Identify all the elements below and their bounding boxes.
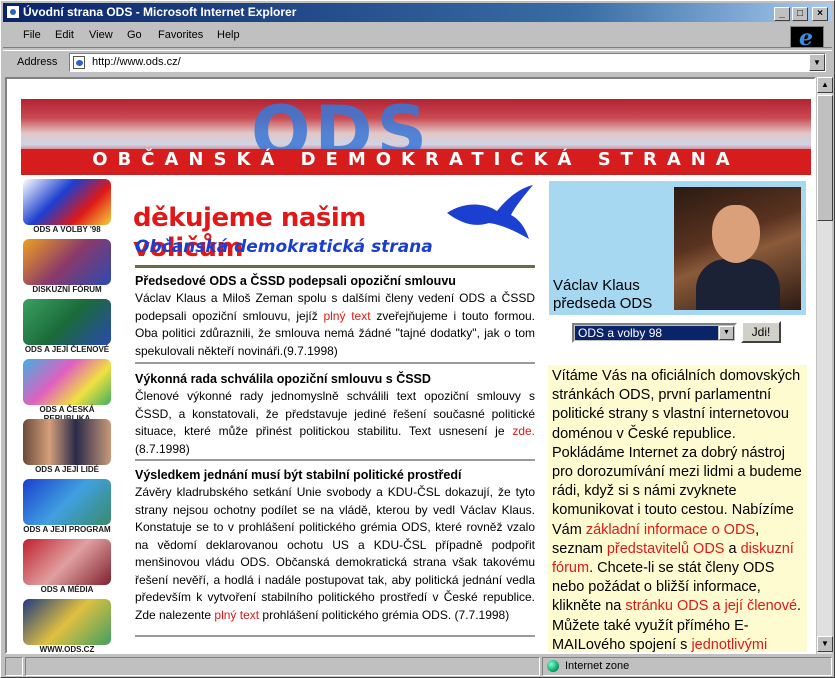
ie-logo-icon — [790, 25, 824, 51]
menu-edit[interactable]: Edit — [55, 29, 74, 41]
divider — [135, 635, 535, 637]
divider — [135, 362, 535, 364]
page-icon — [73, 56, 85, 69]
lide-image — [23, 419, 111, 465]
address-input[interactable]: http://www.ods.cz/ ▼ — [69, 53, 826, 72]
media-image — [23, 539, 111, 585]
president-name: Václav Klaus — [553, 277, 640, 294]
nav-item-republika[interactable]: ODS A ČESKÁ REPUBLIKA — [21, 359, 113, 423]
nav-label: ODS A VOLBY '98 — [33, 225, 101, 234]
globe-icon — [547, 660, 559, 672]
president-photo[interactable] — [674, 187, 801, 310]
thanks-headline: děkujeme našim voličům — [133, 203, 366, 263]
browser-window: Úvodní strana ODS - Microsoft Internet E… — [0, 0, 835, 678]
chevron-down-icon[interactable]: ▼ — [719, 326, 734, 340]
article-title[interactable]: Výkonná rada schválila opoziční smlouvu … — [135, 371, 535, 388]
status-zone-pane: Internet zone — [542, 657, 832, 676]
nav-label: ODS A JEJÍ LIDÉ — [35, 465, 99, 474]
minimize-button[interactable]: _ — [774, 7, 790, 21]
menu-file[interactable]: File — [23, 29, 41, 41]
go-button[interactable]: Jdi! — [741, 321, 781, 343]
volby-image — [23, 179, 111, 225]
ods-banner[interactable]: ODS OBČANSKÁ DEMOKRATICKÁ STRANA — [21, 91, 811, 175]
news-article: Výsledkem jednání musí být stabilní poli… — [135, 467, 535, 624]
photo-shirt — [696, 259, 780, 310]
status-text-pane — [25, 657, 540, 676]
nav-label: ODS A JEJÍ PROGRAM — [23, 525, 111, 534]
nav-item-program[interactable]: ODS A JEJÍ PROGRAM — [21, 479, 113, 539]
party-tagline: Občanská demokratická strana — [135, 237, 433, 257]
close-button[interactable]: × — [812, 7, 828, 21]
section-select-value: ODS a volby 98 — [575, 326, 718, 340]
page-viewport: ODS OBČANSKÁ DEMOKRATICKÁ STRANA ODS A V… — [5, 77, 816, 654]
article-title[interactable]: Výsledkem jednání musí být stabilní poli… — [135, 467, 535, 484]
nav-item-clenove[interactable]: ODS A JEJÍ ČLENOVÉ — [21, 299, 113, 359]
article-title[interactable]: Předsedové ODS a ČSSD podepsali opoziční… — [135, 273, 535, 290]
article-body: Václav Klaus a Miloš Zeman spolu s další… — [135, 291, 535, 358]
address-bar: Address http://www.ods.cz/ ▼ — [3, 50, 832, 74]
forum-image — [23, 239, 111, 285]
republika-image — [23, 359, 111, 405]
scroll-up-icon[interactable]: ▲ — [817, 77, 833, 93]
clenove-image — [23, 299, 111, 345]
address-label: Address — [17, 56, 58, 68]
menu-go[interactable]: Go — [127, 29, 142, 41]
nav-item-media[interactable]: ODS A MÉDIA — [21, 539, 113, 599]
link-representatives[interactable]: představitelů ODS — [607, 541, 725, 557]
menu-help[interactable]: Help — [217, 29, 240, 41]
address-url: http://www.ods.cz/ — [92, 56, 181, 68]
menu-favorites[interactable]: Favorites — [158, 29, 203, 41]
nav-label: ODS A MÉDIA — [40, 585, 94, 594]
divider — [135, 459, 535, 461]
article-body: Závěry kladrubského setkání Unie svobody… — [135, 485, 535, 622]
nav-item-www[interactable]: WWW.ODS.CZ — [21, 599, 113, 654]
nav-label: DISKUZNÍ FÓRUM — [32, 285, 102, 294]
menu-view[interactable]: View — [89, 29, 113, 41]
scroll-down-icon[interactable]: ▼ — [817, 636, 833, 652]
maximize-button[interactable]: □ — [792, 7, 808, 21]
program-image — [23, 479, 111, 525]
article-link[interactable]: plný text — [214, 608, 259, 622]
nav-item-lide[interactable]: ODS A JEJÍ LIDÉ — [21, 419, 113, 479]
menu-bar: File Edit View Go Favorites Help — [3, 25, 832, 48]
scroll-thumb[interactable] — [817, 95, 833, 221]
vertical-scrollbar[interactable]: ▲ ▼ — [816, 77, 833, 654]
news-article: Výkonná rada schválila opoziční smlouvu … — [135, 371, 535, 458]
link-basic-info[interactable]: základní informace o ODS — [586, 522, 755, 538]
nav-label: WWW.ODS.CZ — [39, 645, 95, 654]
president-caption: Václav Klaus předseda ODS — [553, 277, 652, 313]
article-body: Členové výkonné rady jednomyslně schváli… — [135, 389, 535, 456]
dove-logo-icon — [447, 185, 533, 239]
divider — [135, 265, 535, 268]
president-role: předseda ODS — [553, 295, 653, 312]
photo-face — [712, 205, 760, 263]
article-link[interactable]: zde. — [512, 424, 535, 438]
status-bar: Internet zone — [3, 656, 832, 677]
window-title: Úvodní strana ODS - Microsoft Internet E… — [23, 5, 297, 19]
www-image — [23, 599, 111, 645]
status-page-icon — [5, 657, 23, 676]
title-bar: Úvodní strana ODS - Microsoft Internet E… — [3, 3, 832, 22]
president-box: Václav Klaus předseda ODS — [549, 181, 806, 315]
ie-page-icon — [6, 5, 20, 19]
section-select[interactable]: ODS a volby 98 ▼ — [572, 323, 737, 343]
nav-label: ODS A JEJÍ ČLENOVÉ — [24, 345, 110, 354]
news-article: Předsedové ODS a ČSSD podepsali opoziční… — [135, 273, 535, 360]
nav-item-volby[interactable]: ODS A VOLBY '98 — [21, 179, 113, 239]
article-link[interactable]: plný text — [323, 309, 370, 323]
address-dropdown-icon[interactable]: ▼ — [809, 54, 825, 71]
status-zone: Internet zone — [565, 660, 630, 672]
link-members-page[interactable]: stránku ODS a její členové — [625, 598, 797, 614]
banner-subtitle: OBČANSKÁ DEMOKRATICKÁ STRANA — [21, 149, 811, 171]
welcome-text: Vítáme Vás na oficiálních domovských str… — [548, 365, 807, 652]
nav-item-forum[interactable]: DISKUZNÍ FÓRUM — [21, 239, 113, 299]
